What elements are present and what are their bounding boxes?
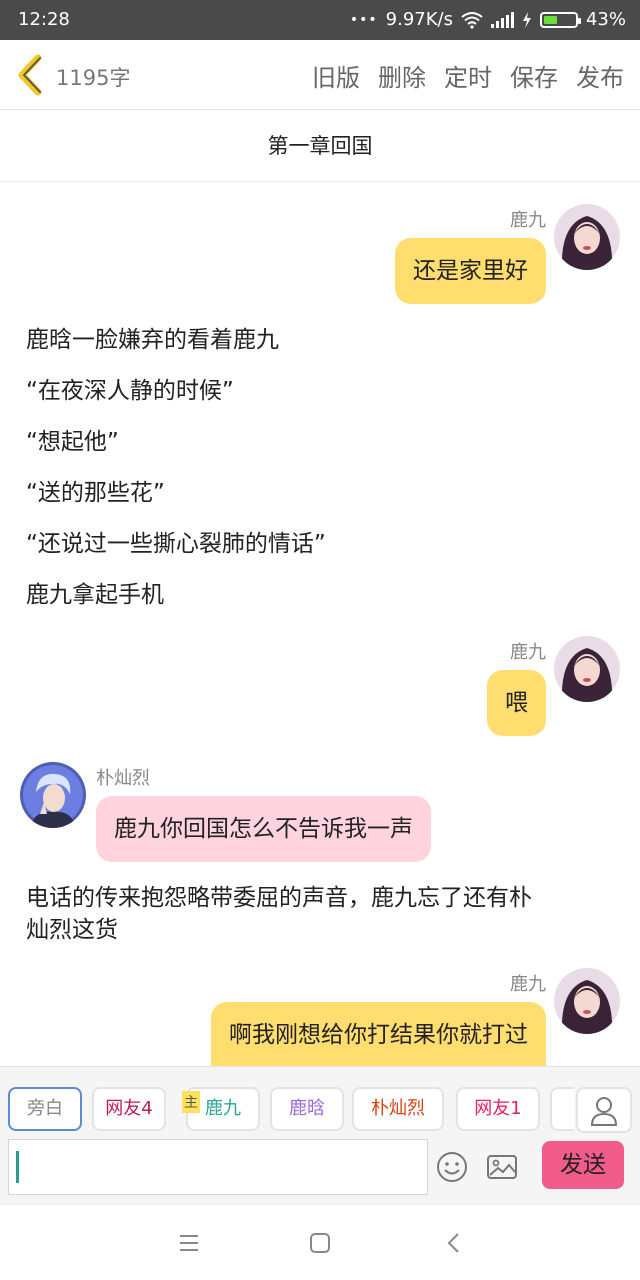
add-role-button[interactable] — [576, 1087, 632, 1133]
status-time: 12:28 — [18, 9, 70, 30]
compose-panel: 旁白 网友4 鹿九 鹿晗 朴灿烈 网友1 网 主 发送 — [0, 1066, 640, 1204]
avatar[interactable] — [554, 968, 620, 1034]
narration-text[interactable]: “想起他” — [26, 426, 119, 458]
status-bar: 12:28 ••• 9.97K/s 43% — [0, 0, 640, 40]
avatar[interactable] — [20, 762, 86, 828]
dialog-bubble[interactable]: 喂 — [487, 670, 546, 736]
emoji-icon[interactable] — [436, 1151, 468, 1183]
save-button[interactable]: 保存 — [510, 58, 558, 93]
system-nav-bar — [0, 1204, 640, 1280]
host-badge: 主 — [182, 1091, 200, 1113]
wifi-icon — [461, 11, 483, 29]
role-netizen1[interactable]: 网友1 — [456, 1087, 540, 1131]
schedule-button[interactable]: 定时 — [444, 58, 492, 93]
role-selector: 旁白 网友4 鹿九 鹿晗 朴灿烈 网友1 网 — [0, 1087, 574, 1133]
role-chanyeol[interactable]: 朴灿烈 — [352, 1087, 444, 1131]
battery-icon — [539, 11, 581, 28]
back-arrow-icon[interactable] — [12, 52, 52, 98]
role-narrator[interactable]: 旁白 — [8, 1087, 82, 1131]
battery-percent: 43% — [585, 9, 626, 30]
role-netizen-partial[interactable]: 网 — [550, 1087, 574, 1131]
image-icon[interactable] — [486, 1151, 518, 1183]
old-version-button[interactable]: 旧版 — [312, 58, 360, 93]
text-cursor — [16, 1151, 19, 1183]
dialog-bubble[interactable]: 还是家里好 — [395, 238, 546, 304]
narration-text[interactable]: 电话的传来抱怨略带委屈的声音，鹿九忘了还有朴 — [26, 882, 532, 914]
home-icon[interactable] — [309, 1232, 331, 1254]
network-speed: 9.97K/s — [385, 9, 453, 30]
send-button[interactable]: 发送 — [542, 1141, 624, 1189]
narration-text[interactable]: 灿烈这货 — [26, 914, 118, 946]
sender-name: 鹿九 — [510, 974, 546, 995]
chapter-title[interactable]: 第一章回国 — [0, 110, 640, 182]
sender-name: 鹿九 — [510, 210, 546, 231]
role-netizen4[interactable]: 网友4 — [92, 1087, 166, 1131]
publish-button[interactable]: 发布 — [576, 58, 624, 93]
signal-icon — [490, 11, 514, 28]
role-luhan[interactable]: 鹿晗 — [270, 1087, 344, 1131]
sender-name: 朴灿烈 — [96, 768, 150, 789]
back-icon[interactable] — [444, 1231, 464, 1255]
charging-icon — [522, 11, 531, 28]
more-dots-icon: ••• — [349, 11, 378, 28]
menu-icon[interactable] — [178, 1233, 200, 1253]
narration-text[interactable]: “在夜深人静的时候” — [26, 375, 234, 407]
narration-text[interactable]: 鹿九拿起手机 — [26, 579, 164, 611]
narration-text[interactable]: 鹿晗一脸嫌弃的看着鹿九 — [26, 324, 279, 356]
narration-text[interactable]: “还说过一些撕心裂肺的情话” — [26, 528, 326, 560]
narration-text[interactable]: “送的那些花” — [26, 477, 165, 509]
sender-name: 鹿九 — [510, 642, 546, 663]
editor-header: 1195字 旧版 删除 定时 保存 发布 — [0, 40, 640, 110]
person-icon — [590, 1097, 618, 1126]
message-input[interactable] — [8, 1139, 428, 1195]
avatar[interactable] — [554, 204, 620, 270]
word-count: 1195字 — [56, 66, 131, 90]
avatar[interactable] — [554, 636, 620, 702]
delete-button[interactable]: 删除 — [378, 58, 426, 93]
dialog-bubble[interactable]: 鹿九你回国怎么不告诉我一声 — [96, 796, 431, 862]
